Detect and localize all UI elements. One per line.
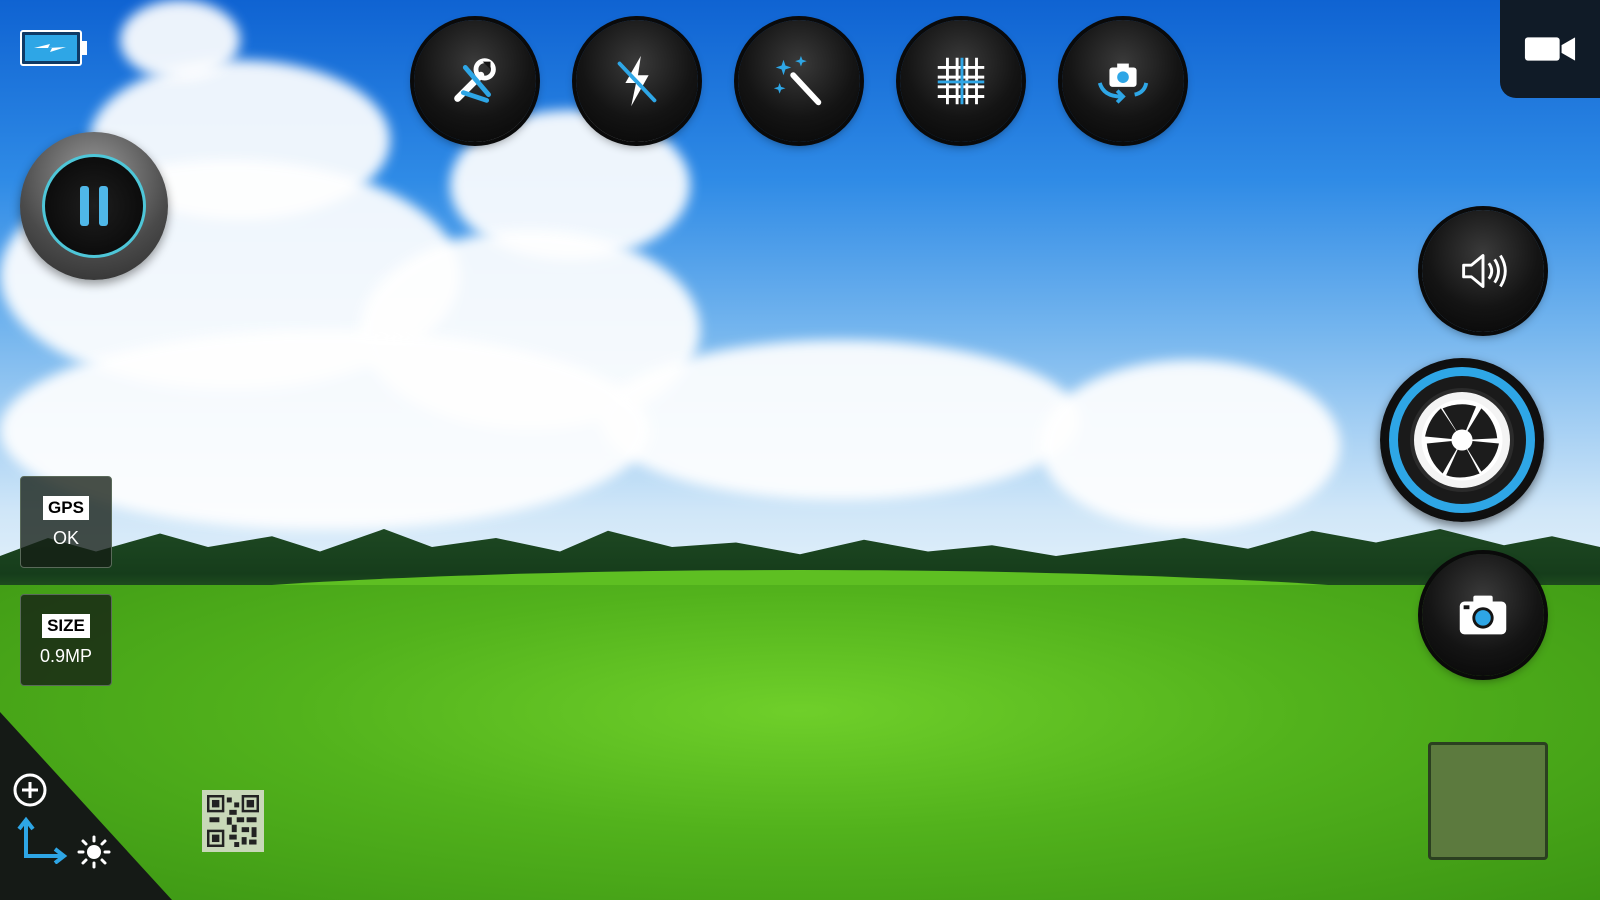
zoom-in-icon[interactable] [12,772,48,808]
camera-icon [1459,595,1507,635]
gps-label: GPS [43,495,89,520]
image-size-button[interactable]: SIZE 0.9MP [20,594,112,686]
shutter-button[interactable] [1380,358,1544,522]
orientation-icon[interactable] [16,816,68,865]
flash-button[interactable] [576,20,698,142]
brightness-icon[interactable] [76,834,112,870]
qr-scanner-button[interactable] [202,790,264,852]
qr-code-icon [207,795,259,847]
size-label: SIZE [42,613,90,638]
magic-wand-icon [773,55,822,106]
grid-button[interactable] [900,20,1022,142]
pause-icon [42,154,146,258]
switch-camera-icon [1097,63,1149,104]
gps-value: OK [52,527,79,548]
grid-icon [937,57,985,105]
gps-status: GPS OK [20,476,112,568]
gallery-thumbnail[interactable] [1428,742,1548,860]
aperture-icon [1410,388,1514,492]
video-camera-icon [1524,37,1576,61]
speaker-icon [1462,254,1507,288]
flash-off-icon [617,55,657,107]
cloud [1040,360,1340,530]
switch-camera-button[interactable] [1062,20,1184,142]
cloud [120,0,240,80]
sound-button[interactable] [1422,210,1544,332]
battery-charging-icon [20,30,88,66]
photo-mode-button[interactable] [1422,554,1544,676]
grass-field [0,585,1600,900]
settings-button[interactable] [414,20,536,142]
effects-button[interactable] [738,20,860,142]
video-mode-button[interactable] [1500,0,1600,98]
cloud [600,340,1080,500]
pause-button[interactable] [20,132,168,280]
tools-icon [454,58,496,103]
size-value: 0.9MP [39,645,93,666]
